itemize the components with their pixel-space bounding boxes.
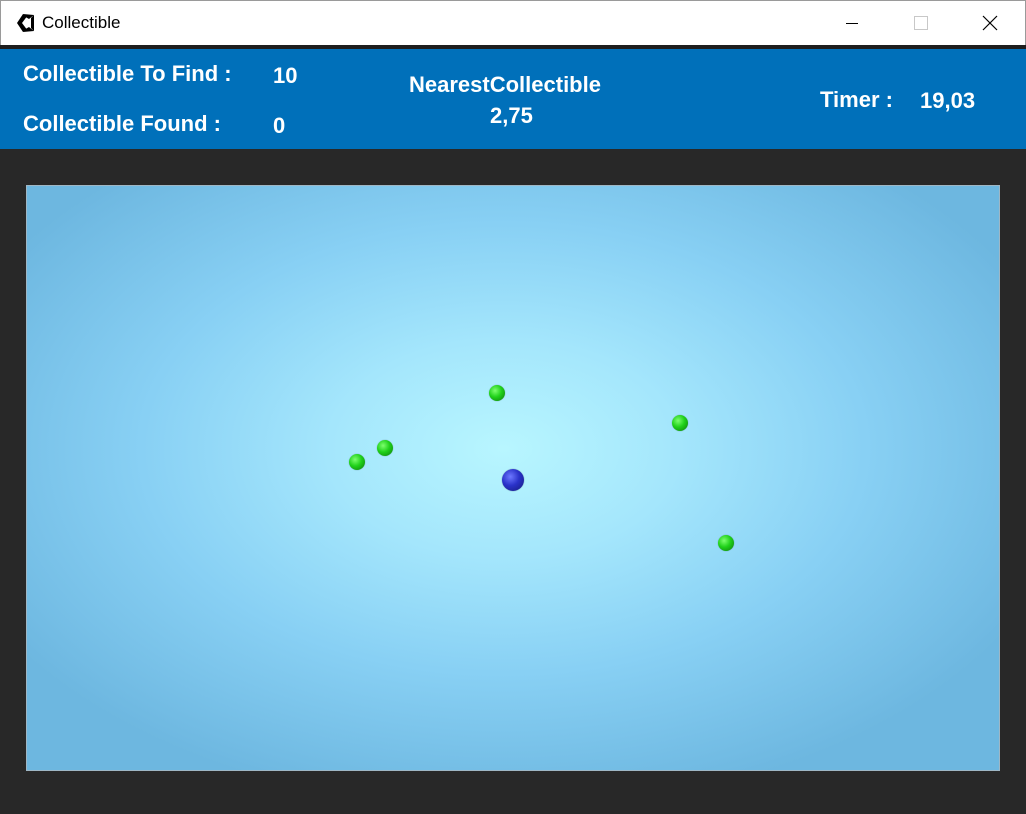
collectible-sphere [349, 454, 365, 470]
to-find-value: 10 [273, 63, 298, 88]
timer-label: Timer : [820, 87, 893, 112]
found-value: 0 [273, 113, 286, 138]
maximize-button[interactable] [898, 1, 944, 45]
unity-logo-icon [17, 14, 34, 32]
hud-panel: Collectible To Find : 10 Collectible Fou… [0, 49, 1026, 149]
timer-value: 19,03 [920, 88, 976, 113]
collectible-sphere [718, 535, 734, 551]
minimize-button[interactable] [829, 1, 875, 45]
player-sphere [502, 469, 524, 491]
maximize-icon [914, 16, 928, 30]
found-label: Collectible Found : [23, 111, 221, 136]
game-playfield[interactable] [26, 185, 1000, 771]
nearest-label: NearestCollectible [409, 72, 601, 97]
nearest-value: 2,75 [490, 103, 533, 128]
collectible-sphere [377, 440, 393, 456]
window-title: Collectible [42, 13, 121, 32]
close-button[interactable] [967, 1, 1013, 45]
to-find-label: Collectible To Find : [23, 61, 232, 86]
close-icon [982, 15, 998, 31]
minimize-icon [846, 23, 858, 24]
collectible-sphere [672, 415, 688, 431]
collectible-sphere [489, 385, 505, 401]
title-bar[interactable]: Collectible [0, 0, 1026, 45]
